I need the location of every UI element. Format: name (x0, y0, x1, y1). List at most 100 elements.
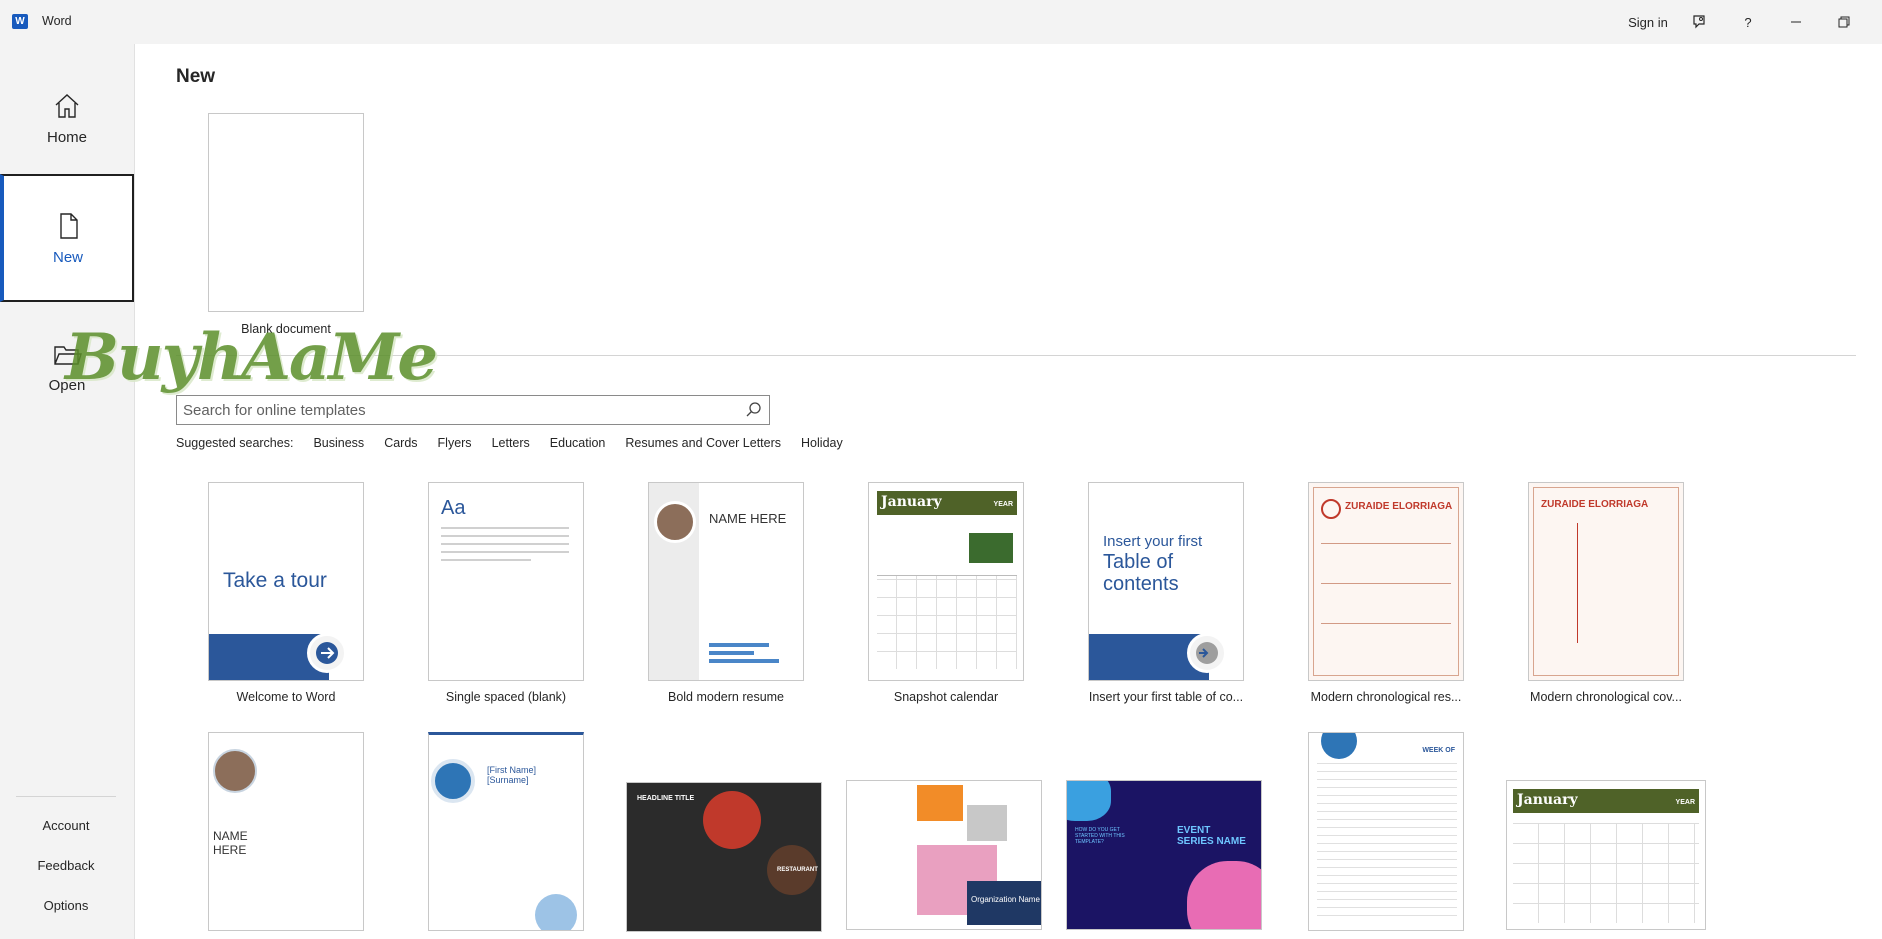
decor-circle (1321, 733, 1357, 759)
text-line (1321, 543, 1451, 544)
main-panel: New Blank document Suggested searches: B… (135, 44, 1882, 939)
template-resume-circle[interactable]: [First Name] [Surname] (428, 732, 584, 931)
feedback-icon[interactable] (1688, 10, 1712, 34)
home-icon (55, 93, 79, 118)
template-label[interactable]: Single spaced (blank) (411, 690, 601, 704)
template-label[interactable]: Modern chronological cov... (1511, 690, 1701, 704)
template-border (1533, 487, 1679, 676)
template-event-flyer[interactable]: HOW DO YOU GET STARTED WITH THIS TEMPLAT… (1066, 780, 1262, 930)
sidebar-item-label: Home (46, 128, 87, 146)
word-app-icon: W (12, 14, 28, 29)
planner-grid (1317, 763, 1457, 923)
template-modern-chronological-resume[interactable]: ZURAIDE ELORRIAGA (1308, 482, 1464, 681)
skill-bar (709, 659, 779, 663)
text-line (441, 559, 531, 561)
sidebar-item-new[interactable]: New (0, 174, 134, 302)
year-label: YEAR (1675, 799, 1695, 806)
suggested-resumes[interactable]: Resumes and Cover Letters (625, 436, 781, 450)
skill-bar (709, 643, 769, 647)
calendar-header: January YEAR (877, 491, 1017, 515)
template-label[interactable]: Welcome to Word (191, 690, 381, 704)
decor-circle (703, 791, 761, 849)
search-icon[interactable] (745, 401, 763, 419)
text-line (441, 543, 569, 545)
restore-icon[interactable] (1832, 10, 1856, 34)
template-single-spaced[interactable]: Aa (428, 482, 584, 681)
new-document-icon (60, 212, 78, 239)
section-divider (176, 355, 1856, 356)
template-text: NAME HERE (213, 829, 248, 857)
suggested-letters[interactable]: Letters (492, 436, 530, 450)
template-text: ZURAIDE ELORRIAGA (1541, 499, 1649, 510)
template-bold-modern-resume[interactable]: NAME HERE (648, 482, 804, 681)
blank-document-thumbnail[interactable] (208, 113, 364, 312)
photo-block (967, 805, 1007, 841)
template-label[interactable]: Bold modern resume (631, 690, 821, 704)
template-text: ZURAIDE ELORRIAGA (1345, 501, 1453, 512)
avatar (213, 749, 257, 793)
template-text: [First Name] [Surname] (487, 765, 537, 785)
template-search-box[interactable] (176, 395, 770, 425)
month-label: January (1517, 792, 1578, 808)
sidebar-item-label: Open (48, 376, 86, 394)
folder-open-icon (54, 345, 82, 365)
template-text: NAME HERE (709, 511, 787, 526)
template-newsletter[interactable]: Organization Name (846, 780, 1042, 930)
arrow-icon (307, 633, 347, 673)
suggested-cards[interactable]: Cards (384, 436, 417, 450)
minimize-icon[interactable] (1784, 10, 1808, 34)
skill-bar (709, 651, 754, 655)
template-weekly-planner[interactable]: WEEK OF (1308, 732, 1464, 931)
template-label[interactable]: Insert your first table of co... (1071, 690, 1261, 704)
photo-block (917, 785, 963, 821)
template-welcome-to-word[interactable]: Take a tour (208, 482, 364, 681)
template-table-of-contents[interactable]: Insert your first Table of contents (1088, 482, 1244, 681)
sidebar-feedback[interactable]: Feedback (16, 858, 116, 873)
template-text: HEADLINE TITLE (637, 795, 695, 802)
decor-blob (1187, 861, 1261, 929)
help-button[interactable]: ? (1736, 10, 1760, 34)
sidebar-options[interactable]: Options (16, 898, 116, 913)
search-input[interactable] (177, 396, 717, 424)
suggested-flyers[interactable]: Flyers (438, 436, 472, 450)
calendar-grid (877, 575, 1017, 669)
text-line (1321, 583, 1451, 584)
text-line (441, 527, 569, 529)
template-snapshot-calendar[interactable]: January YEAR (868, 482, 1024, 681)
avatar (654, 501, 696, 543)
template-text: Take a tour (223, 569, 327, 592)
avatar (1321, 499, 1341, 519)
sidebar-item-label: New (52, 248, 83, 266)
app-name: Word (42, 14, 72, 28)
backstage-sidebar: Home New Open Account Feedback Options (0, 44, 135, 939)
calendar-photo (969, 533, 1013, 563)
template-modern-chronological-cover[interactable]: ZURAIDE ELORRIAGA (1528, 482, 1684, 681)
year-label: YEAR (993, 501, 1013, 508)
suggested-business[interactable]: Business (313, 436, 364, 450)
template-text-2: Table of contents (1103, 551, 1179, 595)
sign-in-button[interactable]: Sign in (1620, 10, 1676, 34)
template-resume-photo[interactable]: NAME HERE (208, 732, 364, 931)
template-restaurant-flyer[interactable]: HEADLINE TITLE RESTAURANT (626, 782, 822, 932)
sidebar-item-open[interactable]: Open (0, 302, 134, 430)
template-label[interactable]: Modern chronological res... (1291, 690, 1481, 704)
template-label[interactable]: Snapshot calendar (851, 690, 1041, 704)
template-text-2: HOW DO YOU GET STARTED WITH THIS TEMPLAT… (1075, 827, 1125, 845)
template-calendar-2[interactable]: January YEAR (1506, 780, 1706, 930)
template-text: Insert your first (1103, 533, 1203, 550)
decor-blob (1067, 781, 1111, 821)
template-text-2: RESTAURANT (777, 867, 818, 873)
suggested-education[interactable]: Education (550, 436, 606, 450)
sidebar-account[interactable]: Account (16, 818, 116, 833)
sidebar-divider (16, 796, 116, 797)
suggested-searches: Suggested searches: Business Cards Flyer… (176, 436, 863, 450)
title-bar: W Word Sign in ? (0, 0, 1882, 44)
suggested-holiday[interactable]: Holiday (801, 436, 843, 450)
template-rule (1577, 523, 1578, 643)
template-text: EVENT SERIES NAME (1177, 825, 1246, 847)
text-line (1321, 623, 1451, 624)
blank-document-label[interactable]: Blank document (191, 322, 381, 336)
sidebar-item-home[interactable]: Home (0, 54, 134, 182)
suggested-searches-label: Suggested searches: (176, 436, 294, 450)
template-text: Aa (441, 497, 466, 519)
